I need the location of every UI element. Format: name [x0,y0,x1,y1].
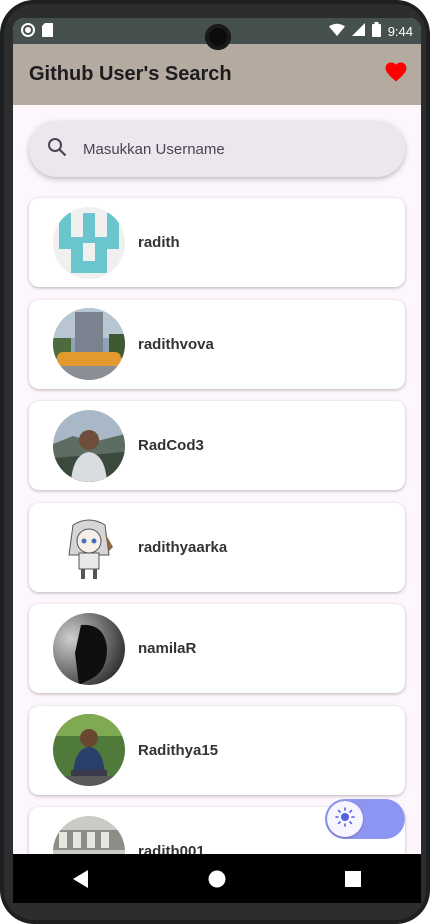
username: radithvova [138,335,214,353]
user-card[interactable]: radith [29,198,405,287]
user-card[interactable]: RadCod3 [29,401,405,490]
back-triangle-icon[interactable] [61,859,101,899]
username: RadCod3 [138,437,204,454]
wifi-icon [328,23,345,39]
page-title: Github User's Search [29,63,232,85]
user-card[interactable]: radithvova [29,299,405,389]
status-time: 9:44 [387,23,413,39]
toggle-thumb [327,801,363,837]
avatar [53,612,125,685]
user-card[interactable]: Radithya15 [29,705,405,795]
front-camera [205,24,231,50]
recents-square-icon[interactable] [333,859,373,899]
home-circle-icon[interactable] [197,859,237,899]
avatar [53,409,125,482]
app-bar: Github User's Search [13,44,421,105]
user-list: radith radithvova RadCod3 radithyaarka n… [29,198,405,903]
screen: 9:44 Github User's Search Masukkan Usern… [13,18,421,903]
theme-toggle[interactable] [325,799,405,839]
avatar [53,511,125,583]
avatar [53,308,125,380]
avatar [53,714,125,786]
cellular-signal-icon [351,23,365,39]
username: Radithya15 [138,741,219,759]
sim-card-icon [42,22,53,40]
username: radithyaarka [138,538,228,556]
search-input[interactable] [81,139,365,159]
search-icon [47,137,67,162]
notification-dot-icon [21,22,35,40]
sun-icon [335,806,355,832]
username: radith [138,234,180,251]
username: namilaR [138,640,197,657]
battery-icon [371,22,381,40]
user-card[interactable]: namilaR [29,604,405,693]
navigation-bar [13,854,421,903]
user-card[interactable]: radithyaarka [29,502,405,592]
device-frame: 9:44 Github User's Search Masukkan Usern… [0,0,430,924]
search-bar[interactable] [29,121,405,177]
avatar [53,206,125,279]
heart-icon[interactable] [385,62,407,87]
